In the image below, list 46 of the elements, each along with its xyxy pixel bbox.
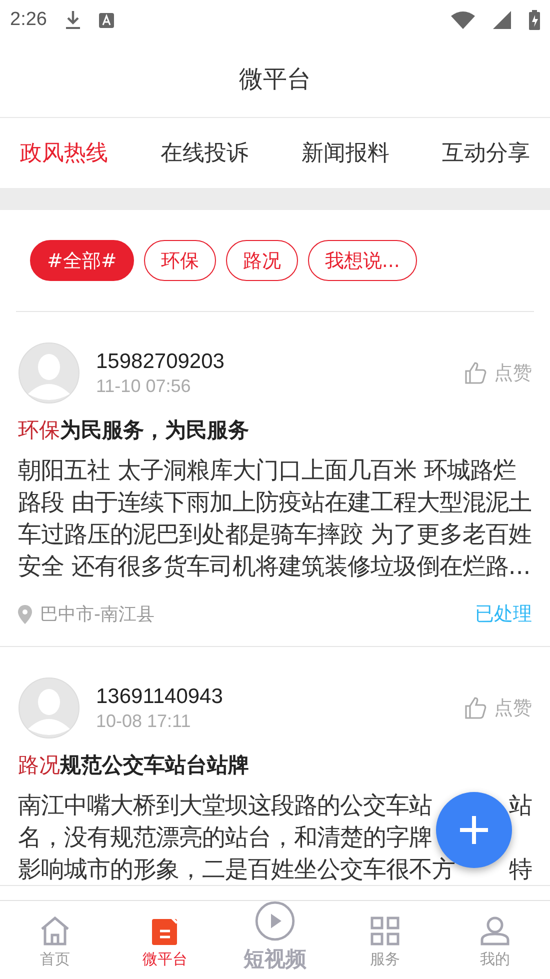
post-body-text: 站 (509, 790, 532, 821)
filter-chip[interactable]: 我想说... (308, 240, 417, 281)
post-title: 环保为民服务，为民服务 (18, 417, 250, 444)
page-title: 微平台 (239, 64, 311, 94)
person-icon (480, 916, 510, 946)
filter-chip[interactable]: 路况 (226, 240, 298, 281)
wifi-icon (451, 11, 475, 29)
like-button[interactable]: 点赞 (464, 360, 532, 386)
avatar-icon (18, 342, 80, 404)
category-tab[interactable]: 在线投诉 (160, 138, 249, 168)
location-text: 巴中市-南江县 (40, 603, 156, 626)
thumbs-up-icon (464, 361, 488, 385)
avatar-icon (18, 677, 80, 739)
post-body: 朝阳五社 太子洞粮库大门口上面几百米 环城路烂路段 由于连续下雨加上防疫站在建工程大型混泥土车过路压的泥巴到处都是骑车摔跤 为了更多老百姓安全 还有很多货车司机将建筑装修垃圾倒在烂路... (18, 455, 532, 582)
category-tab[interactable]: 互动分享 (442, 138, 530, 168)
post-body-text: 特 (509, 854, 532, 885)
grid-icon (370, 916, 400, 946)
post-body-text: 南江中嘴大桥到大堂坝这段路的公交车站 (18, 790, 432, 821)
user-name: 15982709203 (96, 350, 226, 374)
filter-chip[interactable]: #全部# (30, 240, 134, 281)
post-body-text: 影响城市的形象，二是百姓坐公交车很不方 (18, 854, 455, 885)
nav-item[interactable]: 我的 (440, 901, 550, 979)
user-name: 13691140943 (96, 684, 224, 708)
home-icon (39, 916, 71, 946)
location-pin-icon (18, 604, 32, 624)
download-icon (64, 10, 81, 30)
nav-item[interactable]: 微平台 (110, 901, 220, 979)
category-tab[interactable]: 政风热线 (20, 138, 108, 168)
signal-icon (493, 11, 511, 29)
nav-item[interactable]: 首页 (0, 901, 110, 979)
note-icon (151, 916, 179, 946)
post-body-text: 名，没有规范漂亮的站台，和清楚的字牌 (18, 822, 432, 853)
nav-item[interactable]: 短视频 (220, 901, 330, 979)
post-time: 10-08 17:11 (96, 710, 192, 732)
category-tab[interactable]: 新闻报料 (301, 138, 390, 168)
thumbs-up-icon (464, 696, 488, 720)
post-title: 路况规范公交车站台站牌 (18, 752, 250, 779)
nav-item[interactable]: 服务 (330, 901, 440, 979)
post-time: 11-10 07:56 (96, 376, 192, 396)
status-label: 已处理 (475, 602, 532, 627)
filter-chip[interactable]: 环保 (144, 240, 216, 281)
status-time: 2:26 (10, 9, 47, 31)
like-button[interactable]: 点赞 (464, 695, 532, 721)
keyboard-icon (98, 12, 114, 28)
battery-icon (529, 10, 540, 30)
plus-icon (458, 814, 490, 846)
